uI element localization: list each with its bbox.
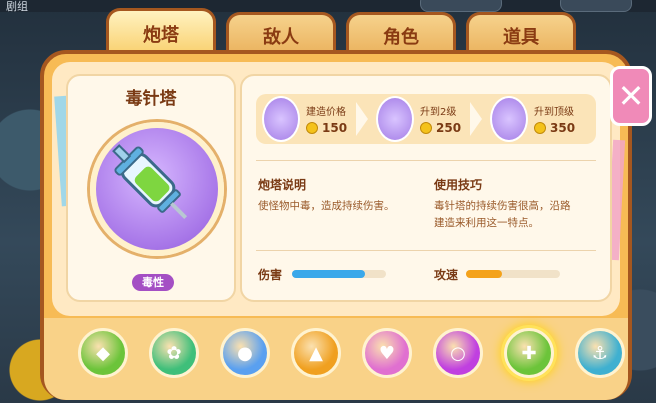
divider — [256, 160, 596, 161]
upgrade-max: 升到顶级 350 — [490, 94, 575, 144]
tower-slot[interactable]: ✚ — [504, 328, 554, 378]
description-text: 使怪物中毒，造成持续伤害。 — [258, 200, 395, 212]
tab-label: 炮塔 — [143, 24, 179, 46]
upgrade-cost: 150 — [322, 121, 348, 135]
coin-icon — [306, 122, 318, 134]
tower-name: 毒针塔 — [125, 89, 177, 109]
fan-tower-icon: ✿ — [166, 342, 182, 364]
close-x-icon: ✕ — [617, 77, 645, 115]
tab-label: 敌人 — [263, 26, 299, 48]
description-title: 炮塔说明 — [258, 178, 307, 192]
tower-slot[interactable]: ▲ — [291, 328, 341, 378]
syringe-max-icon — [490, 96, 528, 142]
upgrade-label: 建造价格 — [306, 107, 346, 118]
top-status-strip: 剧组 — [0, 0, 656, 13]
poison-syringe-icon: ✚ — [521, 342, 537, 364]
tower-slot[interactable]: ○ — [433, 328, 483, 378]
upgrade-cost: 350 — [550, 121, 576, 135]
rocket-tower-icon: ▲ — [309, 342, 323, 364]
tips-title: 使用技巧 — [434, 178, 483, 192]
tower-type-tag: 毒性 — [132, 274, 174, 291]
resource-pill — [560, 0, 632, 12]
damage-bar — [292, 270, 386, 278]
tower-slot[interactable]: ● — [220, 328, 270, 378]
tab-label: 角色 — [383, 26, 419, 48]
damage-bar-fill — [292, 270, 366, 278]
tab-tower[interactable]: 炮塔 — [106, 8, 216, 56]
coin-icon — [420, 122, 432, 134]
divider — [256, 250, 596, 251]
upgrade-label: 升到2级 — [420, 107, 457, 118]
ball-tower-icon: ● — [237, 342, 253, 364]
stat-label-speed: 攻速 — [434, 268, 459, 282]
tower-slot[interactable]: ✿ — [149, 328, 199, 378]
resource-pill — [420, 0, 502, 12]
love-bottle-tower-icon: ♥ — [378, 342, 396, 364]
tips-text-line1: 毒针塔的持续伤害很高，沿路 — [434, 200, 571, 212]
tips-text-line2: 建造来利用这一特点。 — [434, 217, 539, 229]
upgrade-build: 建造价格 150 — [262, 94, 347, 144]
speed-bar — [466, 270, 560, 278]
anchor-tower-icon: ⚓ — [591, 342, 609, 364]
coin-icon — [534, 122, 546, 134]
arrow-divider — [356, 102, 368, 136]
upgrade-cost: 250 — [436, 121, 462, 135]
upgrade-level2: 升到2级 250 — [376, 94, 461, 144]
tab-label: 道具 — [503, 26, 539, 48]
syringe-level1-icon — [262, 96, 300, 142]
stat-label-damage: 伤害 — [258, 268, 283, 282]
bubble-tower-icon: ○ — [450, 342, 466, 364]
speed-bar-fill — [466, 270, 502, 278]
corner-label: 剧组 — [6, 0, 28, 13]
syringe-level2-icon — [376, 96, 414, 142]
poison-syringe-icon — [90, 122, 224, 256]
tower-slot[interactable]: ⚓ — [575, 328, 625, 378]
tower-slot[interactable]: ♥ — [362, 328, 412, 378]
close-button[interactable]: ✕ — [610, 66, 652, 126]
bottle-tower-icon: ◆ — [96, 342, 110, 364]
arrow-divider — [470, 102, 482, 136]
tower-slot[interactable]: ◆ — [78, 328, 128, 378]
upgrade-label: 升到顶级 — [534, 107, 574, 118]
